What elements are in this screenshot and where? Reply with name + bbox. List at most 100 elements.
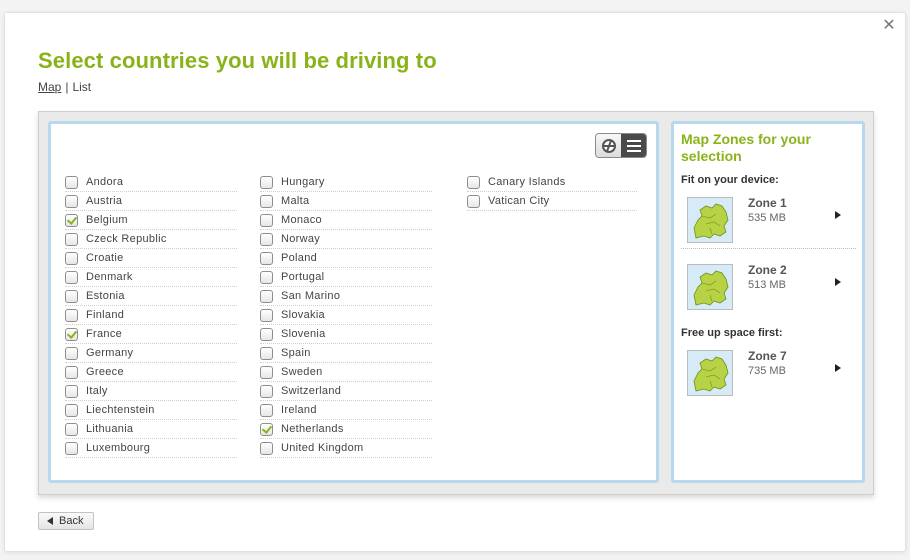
country-row[interactable]: Andora bbox=[65, 173, 237, 192]
view-links-separator: | bbox=[65, 80, 69, 94]
country-selection-panel: Andora Austria Belgium Czeck Republic Croati… bbox=[38, 111, 874, 495]
country-checkbox[interactable] bbox=[65, 327, 78, 341]
arrow-right-icon bbox=[835, 211, 841, 219]
zone-size: 735 MB bbox=[748, 365, 786, 377]
country-row[interactable]: Ireland bbox=[260, 401, 432, 420]
country-row[interactable]: Spain bbox=[260, 344, 432, 363]
country-label: Hungary bbox=[281, 176, 325, 188]
country-checkbox[interactable] bbox=[65, 308, 78, 322]
zone-size: 535 MB bbox=[748, 212, 786, 224]
country-row[interactable]: Greece bbox=[65, 363, 237, 382]
country-checkbox[interactable] bbox=[260, 346, 273, 360]
country-checkbox[interactable] bbox=[260, 384, 273, 398]
country-checkbox[interactable] bbox=[260, 270, 273, 284]
country-checkbox[interactable] bbox=[260, 194, 273, 208]
country-label: Vatican City bbox=[488, 195, 550, 207]
free-up-space-label: Free up space first: bbox=[681, 327, 783, 339]
country-checkbox[interactable] bbox=[65, 251, 78, 265]
list-view-label: List bbox=[72, 80, 92, 94]
back-button[interactable]: Back bbox=[38, 512, 94, 530]
map-view-link[interactable]: Map bbox=[38, 80, 61, 94]
country-row[interactable]: Malta bbox=[260, 192, 432, 211]
country-row[interactable]: Slovenia bbox=[260, 325, 432, 344]
country-row[interactable]: Canary Islands bbox=[467, 173, 637, 192]
country-checkbox[interactable] bbox=[65, 403, 78, 417]
country-label: Denmark bbox=[86, 271, 133, 283]
country-checkbox[interactable] bbox=[65, 422, 78, 436]
country-row[interactable]: Slovakia bbox=[260, 306, 432, 325]
country-row[interactable]: Austria bbox=[65, 192, 237, 211]
country-checkbox[interactable] bbox=[65, 384, 78, 398]
country-row[interactable]: Poland bbox=[260, 249, 432, 268]
zone-item-2[interactable]: Zone 2 513 MB bbox=[681, 256, 856, 316]
country-row[interactable]: Luxembourg bbox=[65, 439, 237, 458]
country-row[interactable]: Italy bbox=[65, 382, 237, 401]
country-row[interactable]: San Marino bbox=[260, 287, 432, 306]
country-row[interactable]: United Kingdom bbox=[260, 439, 432, 458]
country-checkbox[interactable] bbox=[260, 327, 273, 341]
country-checkbox[interactable] bbox=[65, 441, 78, 455]
country-label: Lithuania bbox=[86, 423, 134, 435]
country-checkbox[interactable] bbox=[260, 213, 273, 227]
list-view-toggle-button[interactable] bbox=[621, 134, 646, 157]
zone-item-3[interactable]: Zone 7 735 MB bbox=[681, 342, 856, 402]
close-icon[interactable]: ✕ bbox=[881, 17, 897, 33]
back-button-label: Back bbox=[59, 515, 84, 527]
country-row[interactable]: Hungary bbox=[260, 173, 432, 192]
country-checkbox[interactable] bbox=[65, 365, 78, 379]
country-checkbox[interactable] bbox=[260, 308, 273, 322]
country-checkbox[interactable] bbox=[467, 175, 480, 189]
fit-on-device-label: Fit on your device: bbox=[681, 174, 779, 186]
country-row[interactable]: Finland bbox=[65, 306, 237, 325]
country-checkbox[interactable] bbox=[467, 194, 480, 208]
map-zones-sidebar: Map Zones for your selection Fit on your… bbox=[671, 121, 865, 483]
country-checkbox[interactable] bbox=[260, 403, 273, 417]
country-checkbox[interactable] bbox=[65, 270, 78, 284]
country-label: Spain bbox=[281, 347, 311, 359]
country-row[interactable]: Belgium bbox=[65, 211, 237, 230]
country-row[interactable]: Norway bbox=[260, 230, 432, 249]
country-checkbox[interactable] bbox=[65, 194, 78, 208]
country-checkbox[interactable] bbox=[260, 441, 273, 455]
country-checkbox[interactable] bbox=[260, 289, 273, 303]
country-checkbox[interactable] bbox=[65, 289, 78, 303]
country-row[interactable]: Estonia bbox=[65, 287, 237, 306]
europe-map-thumbnail bbox=[687, 197, 733, 243]
country-label: Luxembourg bbox=[86, 442, 151, 454]
zone-item-1[interactable]: Zone 1 535 MB bbox=[681, 189, 856, 249]
country-checkbox[interactable] bbox=[65, 232, 78, 246]
country-label: Austria bbox=[86, 195, 123, 207]
country-row[interactable]: Lithuania bbox=[65, 420, 237, 439]
country-checkbox[interactable] bbox=[260, 232, 273, 246]
country-row[interactable]: Denmark bbox=[65, 268, 237, 287]
country-row[interactable]: Germany bbox=[65, 344, 237, 363]
country-checkbox[interactable] bbox=[65, 346, 78, 360]
zone-name: Zone 2 bbox=[748, 263, 787, 277]
country-checkbox[interactable] bbox=[65, 213, 78, 227]
country-label: France bbox=[86, 328, 123, 340]
country-checkbox[interactable] bbox=[65, 175, 78, 189]
country-row[interactable]: Sweden bbox=[260, 363, 432, 382]
country-row[interactable]: Monaco bbox=[260, 211, 432, 230]
country-row[interactable]: Czeck Republic bbox=[65, 230, 237, 249]
country-checkbox[interactable] bbox=[260, 422, 273, 436]
country-label: Finland bbox=[86, 309, 125, 321]
country-checkbox[interactable] bbox=[260, 365, 273, 379]
country-label: Estonia bbox=[86, 290, 125, 302]
country-row[interactable]: Switzerland bbox=[260, 382, 432, 401]
map-view-toggle-button[interactable] bbox=[596, 134, 621, 157]
country-row[interactable]: Netherlands bbox=[260, 420, 432, 439]
country-column-2: Hungary Malta Monaco Norway Poland Portugal Sa… bbox=[260, 173, 432, 458]
country-row[interactable]: France bbox=[65, 325, 237, 344]
country-label: Switzerland bbox=[281, 385, 342, 397]
country-row[interactable]: Portugal bbox=[260, 268, 432, 287]
zone-name: Zone 7 bbox=[748, 349, 787, 363]
country-row[interactable]: Croatie bbox=[65, 249, 237, 268]
country-checkbox[interactable] bbox=[260, 251, 273, 265]
country-row[interactable]: Vatican City bbox=[467, 192, 637, 211]
list-icon bbox=[626, 139, 641, 152]
country-row[interactable]: Liechtenstein bbox=[65, 401, 237, 420]
country-label: Canary Islands bbox=[488, 176, 566, 188]
country-column-1: Andora Austria Belgium Czeck Republic Croati… bbox=[65, 173, 237, 458]
country-checkbox[interactable] bbox=[260, 175, 273, 189]
